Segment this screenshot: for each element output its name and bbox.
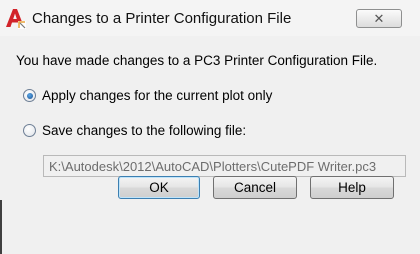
option-save-label: Save changes to the following file: <box>42 123 247 138</box>
option-apply-label: Apply changes for the current plot only <box>42 88 273 103</box>
radio-apply-current-plot[interactable] <box>23 89 36 102</box>
option-save-to-file[interactable]: Save changes to the following file: <box>23 123 246 138</box>
autocad-logo-icon <box>6 9 26 29</box>
ok-button[interactable]: OK <box>118 176 200 199</box>
background-window-edge <box>0 200 2 254</box>
dialog-message: You have made changes to a PC3 Printer C… <box>16 53 378 68</box>
close-button[interactable]: ✕ <box>356 9 402 28</box>
window-title: Changes to a Printer Configuration File <box>32 10 292 27</box>
dialog-body: You have made changes to a PC3 Printer C… <box>0 36 420 254</box>
file-path-field[interactable]: K:\Autodesk\2012\AutoCAD\Plotters\CutePD… <box>43 155 406 177</box>
option-apply-current-plot[interactable]: Apply changes for the current plot only <box>23 88 272 103</box>
cancel-button[interactable]: Cancel <box>213 176 297 199</box>
close-icon: ✕ <box>373 11 385 26</box>
help-button[interactable]: Help <box>310 176 394 199</box>
title-bar[interactable]: Changes to a Printer Configuration File … <box>0 0 420 36</box>
radio-save-to-file[interactable] <box>23 124 36 137</box>
